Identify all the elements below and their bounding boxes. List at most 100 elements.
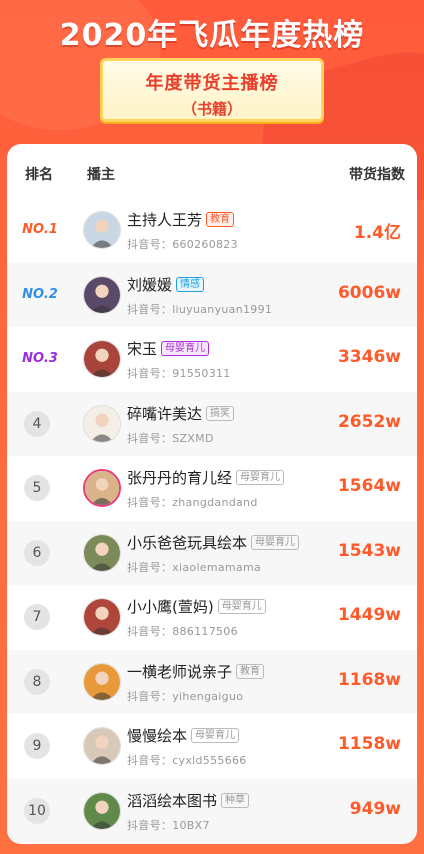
host-name[interactable]: 张丹丹的育儿经: [127, 467, 232, 488]
rank-label: 5: [24, 475, 50, 501]
rank-label: NO.1: [22, 222, 58, 237]
host-name-line: 慢慢绘本 母婴育儿: [127, 725, 240, 746]
avatar[interactable]: [83, 727, 121, 765]
avatar[interactable]: [83, 662, 121, 701]
douyin-id: 抖音号：SZXMD: [127, 430, 214, 446]
table-row[interactable]: 6 小乐爸爸玩具绘本 母婴育儿抖音号：xiaolemamama 1543w: [7, 520, 417, 585]
douyin-id-value: xiaolemamama: [172, 560, 262, 574]
sales-index: 1.4亿: [353, 223, 401, 243]
header-host: 播主: [87, 167, 115, 183]
avatar[interactable]: [83, 533, 121, 572]
avatar-image: [84, 534, 120, 571]
douyin-id-value: 10BX7: [172, 818, 210, 832]
host-name-line: 宋玉 母婴育儿: [127, 338, 210, 359]
host-name-line: 张丹丹的育儿经 母婴育儿: [127, 467, 285, 488]
rank-label: 8: [24, 668, 50, 695]
douyin-id-value: SZXMD: [172, 431, 214, 445]
douyin-id-prefix: 抖音号：: [127, 625, 173, 638]
host-name-line: 碎嘴许美达 搞笑: [127, 403, 235, 424]
avatar[interactable]: [83, 275, 121, 314]
table-row[interactable]: NO.1 主持人王芳 教育抖音号：660260823 1.4亿: [7, 198, 417, 263]
avatar[interactable]: [83, 404, 121, 443]
host-name-line: 滔滔绘本图书 种草: [127, 790, 250, 811]
table-row[interactable]: 7 小小鹰(萱妈) 母婴育儿 抖音号：886117506 1449w: [7, 585, 417, 650]
category-tag: 母婴育儿: [217, 599, 266, 614]
sales-index: 1564w: [337, 476, 401, 496]
category-tag: 母婴育儿: [236, 470, 285, 485]
douyin-id: 抖音号：886117506: [127, 623, 238, 639]
avatar-image: [84, 599, 120, 635]
rank-label: 4: [24, 410, 50, 437]
douyin-id-prefix: 抖音号：: [127, 238, 173, 251]
host-name-line: 小小鹰(萱妈) 母婴育儿: [127, 596, 266, 617]
host-name[interactable]: 碎嘴许美达: [127, 403, 202, 424]
table-row[interactable]: 4 碎嘴许美达 搞笑抖音号：SZXMD 2652w: [7, 391, 417, 456]
rank-label: 7: [24, 604, 50, 630]
table-header: 排名 播主 带货指数: [7, 144, 417, 198]
host-name[interactable]: 刘媛媛: [127, 274, 172, 295]
sales-index: 1543w: [337, 540, 401, 561]
avatar-image: [84, 792, 120, 829]
category-tag: 搞笑: [206, 405, 235, 421]
douyin-id-value: 660260823: [172, 238, 238, 251]
douyin-id-prefix: 抖音号：: [127, 689, 173, 703]
table-row[interactable]: 9 慢慢绘本 母婴育儿 抖音号：cyxld555666 1158w: [7, 714, 417, 779]
rank-label: NO.3: [22, 351, 58, 366]
category-tag: 母婴育儿: [161, 341, 210, 356]
ranking-table: 排名 播主 带货指数 NO.1 主持人王芳 教育 抖音号：660260823 1.4亿 N…: [7, 144, 417, 844]
douyin-id-prefix: 抖音号：: [127, 367, 173, 380]
douyin-id-prefix: 抖音号：: [127, 496, 173, 509]
rank-label: NO.2: [22, 286, 58, 302]
host-name-line: 一横老师说亲子 教育: [127, 661, 265, 682]
douyin-id-value: cyxld555666: [172, 754, 247, 767]
host-name[interactable]: 宋玉: [127, 338, 157, 359]
avatar[interactable]: [83, 469, 121, 507]
douyin-id-prefix: 抖音号：: [127, 431, 173, 445]
avatar-image: [84, 405, 120, 442]
table-row[interactable]: 10 滔滔绘本图书 种草 抖音号：10BX7 949w: [7, 778, 417, 843]
avatar-image: [84, 663, 120, 700]
avatar-image: [85, 471, 119, 505]
host-name[interactable]: 一横老师说亲子: [127, 661, 232, 682]
sales-index: 3346w: [337, 347, 401, 367]
category-tag: 教育: [236, 663, 265, 679]
host-name[interactable]: 滔滔绘本图书: [127, 790, 217, 811]
sales-index: 949w: [349, 798, 401, 819]
page-title: 2020年飞瓜年度热榜: [59, 18, 365, 53]
host-name-line: 主持人王芳 教育: [127, 209, 235, 230]
table-row[interactable]: NO.2 刘媛媛 情感 抖音号：liuyuanyuan1991 6006w: [7, 262, 417, 327]
rank-label: 6: [24, 539, 50, 566]
douyin-id-value: liuyuanyuan1991: [172, 302, 273, 316]
host-name-line: 刘媛媛 情感: [127, 274, 205, 295]
avatar[interactable]: [83, 598, 121, 636]
sales-index: 2652w: [337, 411, 401, 432]
table-row[interactable]: NO.3 宋玉 母婴育儿抖音号：91550311 3346w: [7, 327, 417, 392]
douyin-id-prefix: 抖音号：: [127, 560, 173, 574]
ranking-title: 年度带货主播榜: [145, 73, 279, 94]
avatar[interactable]: [83, 340, 121, 378]
douyin-id: 抖音号：yihengaiguo: [127, 688, 243, 704]
avatar-image: [84, 341, 120, 377]
sales-index: 1158w: [337, 734, 401, 754]
ranking-title-card: 年度带货主播榜 （书籍）: [100, 58, 324, 122]
host-name-line: 小乐爸爸玩具绘本 母婴育儿: [127, 532, 300, 553]
host-name[interactable]: 小乐爸爸玩具绘本: [127, 532, 247, 553]
sales-index: 6006w: [337, 282, 401, 303]
douyin-id-value: 886117506: [172, 625, 238, 638]
rank-label: 9: [24, 733, 50, 759]
douyin-id: 抖音号：10BX7: [127, 817, 210, 833]
host-name[interactable]: 主持人王芳: [127, 209, 202, 230]
table-row[interactable]: 5 张丹丹的育儿经 母婴育儿抖音号：zhangdandand 1564w: [7, 456, 417, 521]
table-row[interactable]: 8 一横老师说亲子 教育抖音号：yihengaiguo 1168w: [7, 649, 417, 714]
category-tag: 情感: [176, 276, 205, 292]
avatar[interactable]: [83, 211, 121, 249]
host-name[interactable]: 慢慢绘本: [127, 725, 187, 746]
douyin-id-value: 91550311: [172, 367, 231, 380]
douyin-id-value: zhangdandand: [172, 496, 258, 509]
avatar[interactable]: [83, 791, 121, 830]
sales-index: 1168w: [337, 669, 401, 690]
host-name[interactable]: 小小鹰(萱妈): [127, 596, 214, 617]
douyin-id-prefix: 抖音号：: [127, 302, 173, 316]
category-tag: 母婴育儿: [251, 534, 300, 550]
avatar-image: [84, 276, 120, 313]
